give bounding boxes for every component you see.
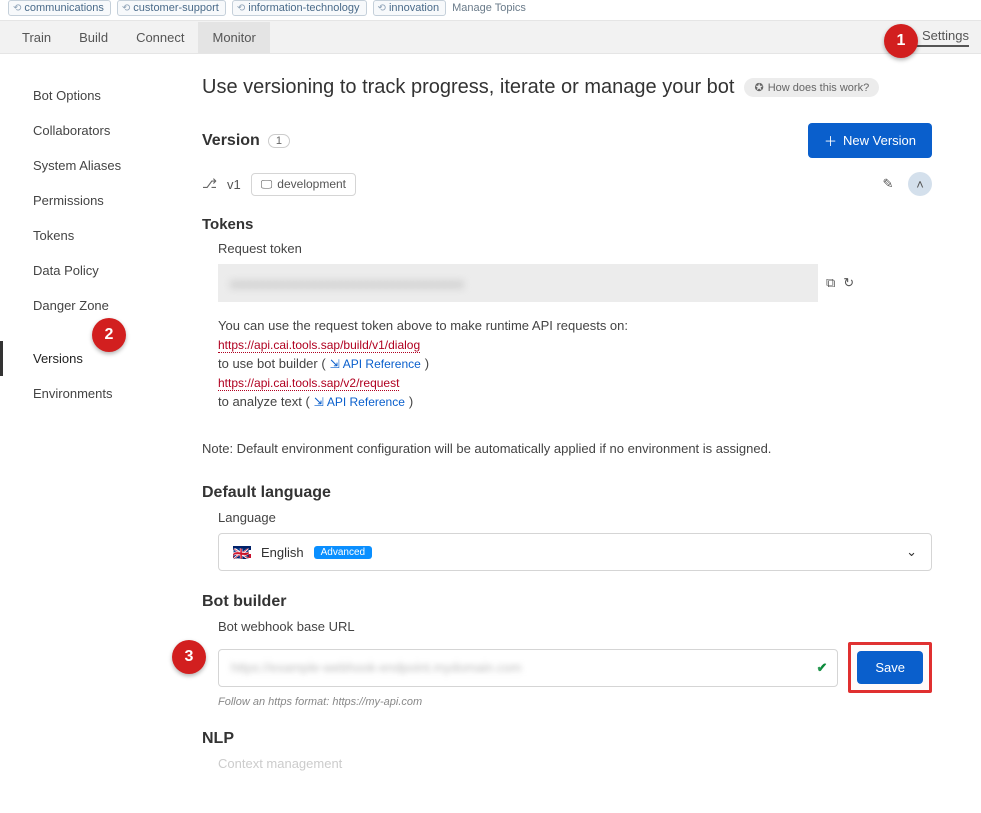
topic-tag[interactable]: ⟲communications <box>8 0 111 16</box>
page-title: Use versioning to track progress, iterat… <box>202 76 734 99</box>
main-content: Use versioning to track progress, iterat… <box>180 54 960 813</box>
branch-icon: ⎇ <box>202 176 217 192</box>
advanced-badge: Advanced <box>314 546 372 559</box>
main-nav: Train Build Connect Monitor ⚙ Settings <box>0 20 981 54</box>
flag-uk-icon: 🇬🇧 <box>233 546 251 558</box>
sidebar-item-system-aliases[interactable]: System Aliases <box>0 148 180 183</box>
nlp-heading: NLP <box>202 730 924 748</box>
monitor-icon: 🖵 <box>261 177 273 192</box>
save-highlight-box: Save <box>848 642 932 693</box>
version-heading: Version <box>202 132 260 150</box>
tab-monitor[interactable]: Monitor <box>198 22 269 53</box>
bot-builder-heading: Bot builder <box>202 593 924 611</box>
tab-train[interactable]: Train <box>8 22 65 53</box>
topic-tag-label: information-technology <box>248 2 359 14</box>
tag-icon: ⟲ <box>13 3 21 14</box>
tag-icon: ⟲ <box>237 3 245 14</box>
annotation-marker-3: 3 <box>172 640 206 674</box>
webhook-hint: Follow an https format: https://my-api.c… <box>218 696 932 708</box>
env-chip: 🖵 development <box>251 173 356 196</box>
language-value: English <box>261 545 304 560</box>
help-icon: ✪ <box>754 81 763 94</box>
sidebar-item-collaborators[interactable]: Collaborators <box>0 113 180 148</box>
api-reference-link-2[interactable]: ⇲API Reference <box>314 395 405 409</box>
api-reference-link[interactable]: ⇲API Reference <box>330 357 421 371</box>
plus-icon: ＋ <box>824 131 837 150</box>
sidebar-item-permissions[interactable]: Permissions <box>0 183 180 218</box>
tag-icon: ⟲ <box>122 3 130 14</box>
topic-tag[interactable]: ⟲customer-support <box>117 0 226 16</box>
chevron-down-icon: ⌄ <box>906 544 917 560</box>
external-link-icon: ⇲ <box>314 395 324 409</box>
env-note: Note: Default environment configuration … <box>202 441 932 456</box>
copy-icon[interactable]: ⧉ <box>826 275 835 291</box>
topic-tag[interactable]: ⟲innovation <box>373 0 447 16</box>
sidebar-item-versions[interactable]: Versions <box>0 341 180 376</box>
token-desc: You can use the request token above to m… <box>218 318 932 333</box>
topic-tag-label: customer-support <box>133 2 219 14</box>
save-button[interactable]: Save <box>857 651 923 684</box>
token-value-box: xxxxxxxxxxxxxxxxxxxxxxxxxxxxxxxxxxxx <box>218 264 818 302</box>
version-count: 1 <box>268 134 290 148</box>
edit-icon[interactable]: ✎ <box>876 172 900 196</box>
webhook-url-input[interactable] <box>231 660 816 675</box>
request-token-label: Request token <box>218 241 932 256</box>
help-label: How does this work? <box>768 82 870 94</box>
annotation-marker-1: 1 <box>884 24 918 58</box>
settings-sidebar: Bot Options Collaborators System Aliases… <box>0 54 180 813</box>
version-name: v1 <box>227 177 241 192</box>
new-version-button[interactable]: ＋ New Version <box>808 123 932 158</box>
sidebar-item-data-policy[interactable]: Data Policy <box>0 253 180 288</box>
line1-post: ) <box>425 356 429 371</box>
default-language-heading: Default language <box>202 484 924 502</box>
manage-topics-link[interactable]: Manage Topics <box>452 2 526 14</box>
tab-build[interactable]: Build <box>65 22 122 53</box>
api-url-dialog[interactable]: https://api.cai.tools.sap/build/v1/dialo… <box>218 338 420 353</box>
collapse-icon[interactable]: ˄ <box>908 172 932 196</box>
valid-check-icon: ✔ <box>816 660 827 676</box>
topic-bar: ⟲communications ⟲customer-support ⟲infor… <box>0 0 981 20</box>
topic-tag-label: innovation <box>389 2 439 14</box>
sidebar-item-danger-zone[interactable]: Danger Zone <box>0 288 180 323</box>
line2-post: ) <box>409 394 413 409</box>
settings-label: Settings <box>922 28 969 43</box>
line1-pre: to use bot builder ( <box>218 356 326 371</box>
sidebar-item-tokens[interactable]: Tokens <box>0 218 180 253</box>
help-link[interactable]: ✪ How does this work? <box>744 78 879 97</box>
topic-tag[interactable]: ⟲information-technology <box>232 0 367 16</box>
tag-icon: ⟲ <box>378 3 386 14</box>
webhook-label: Bot webhook base URL <box>202 619 932 634</box>
tokens-heading: Tokens <box>202 216 932 233</box>
topic-tag-label: communications <box>24 2 103 14</box>
token-value: xxxxxxxxxxxxxxxxxxxxxxxxxxxxxxxxxxxx <box>230 276 464 291</box>
language-label: Language <box>202 510 932 525</box>
webhook-input-wrap[interactable]: ✔ <box>218 649 838 687</box>
external-link-icon: ⇲ <box>330 357 340 371</box>
nlp-sub: Context management <box>202 756 932 771</box>
sidebar-item-bot-options[interactable]: Bot Options <box>0 78 180 113</box>
api-url-request[interactable]: https://api.cai.tools.sap/v2/request <box>218 376 399 391</box>
line2-pre: to analyze text ( <box>218 394 310 409</box>
sidebar-item-environments[interactable]: Environments <box>0 376 180 411</box>
tab-connect[interactable]: Connect <box>122 22 198 53</box>
env-label: development <box>277 177 346 191</box>
new-version-label: New Version <box>843 133 916 148</box>
language-select[interactable]: 🇬🇧 English Advanced ⌄ <box>218 533 932 571</box>
refresh-icon[interactable]: ↻ <box>843 275 854 291</box>
annotation-marker-2: 2 <box>92 318 126 352</box>
